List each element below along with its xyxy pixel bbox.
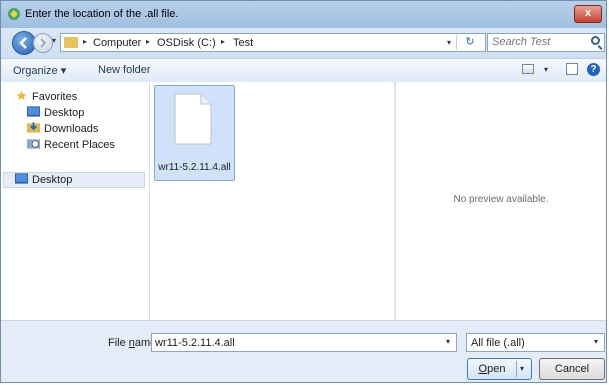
document-icon <box>174 93 212 145</box>
window-title: Enter the location of the .all file. <box>25 8 179 20</box>
preview-message: No preview available. <box>453 194 549 205</box>
file-dialog-window: Enter the location of the .all file. x ▾… <box>0 0 607 383</box>
recent-places-icon <box>27 139 40 149</box>
organize-menu-button[interactable]: Organize ▾ <box>13 64 66 77</box>
new-folder-button[interactable]: New folder <box>98 64 151 76</box>
nav-item-recent-places[interactable]: Recent Places <box>27 137 115 153</box>
nav-favorites[interactable]: Favorites <box>15 89 77 105</box>
address-row: ▾ ▸ Computer ▸ OSDisk (C:) ▸ Test ▾ ↻ <box>1 28 606 58</box>
open-button-label: Open <box>468 363 516 375</box>
help-icon[interactable]: ? <box>587 63 600 76</box>
folder-icon <box>64 37 78 48</box>
nav-item-downloads[interactable]: Downloads <box>27 121 98 137</box>
star-icon <box>16 90 27 101</box>
refresh-button[interactable]: ↻ <box>456 35 483 50</box>
desktop-icon <box>15 173 28 184</box>
file-list-pane[interactable]: wr11-5.2.11.4.all <box>150 82 394 320</box>
nav-favorites-label: Favorites <box>32 91 78 103</box>
preview-pane: No preview available. <box>395 82 606 320</box>
dialog-footer: File name: ▾ All file (.all) ▾ Open ▾ Ca… <box>1 320 606 382</box>
downloads-icon <box>27 122 40 133</box>
breadcrumb-osdisk[interactable]: OSDisk (C:) <box>157 37 216 49</box>
open-options-dropdown[interactable]: ▾ <box>520 364 524 373</box>
nav-desktop[interactable]: Desktop <box>15 172 72 188</box>
file-type-select[interactable]: All file (.all) ▾ <box>466 333 605 352</box>
file-type-value: All file (.all) <box>471 337 525 349</box>
nav-desktop-label: Desktop <box>32 174 73 186</box>
file-type-dropdown[interactable]: ▾ <box>594 337 598 346</box>
back-arrow-icon <box>19 37 27 49</box>
cancel-button[interactable]: Cancel <box>539 358 605 380</box>
close-button[interactable]: x <box>574 5 602 23</box>
search-input[interactable] <box>492 35 584 49</box>
open-label-mnemonic: O <box>478 363 488 375</box>
open-label-rest: pen <box>487 363 506 375</box>
recent-locations-dropdown[interactable]: ▾ <box>52 36 56 45</box>
breadcrumb-separator-icon[interactable]: ▸ <box>221 37 225 46</box>
command-toolbar: Organize ▾ New folder ▾ ? <box>1 58 606 83</box>
desktop-icon <box>27 106 40 117</box>
address-bar[interactable]: ▸ Computer ▸ OSDisk (C:) ▸ Test ▾ ↻ <box>60 33 486 52</box>
breadcrumb-computer[interactable]: Computer <box>93 37 141 49</box>
search-box[interactable] <box>487 33 605 52</box>
breadcrumb-test[interactable]: Test <box>233 37 253 49</box>
file-name-input[interactable] <box>155 335 435 350</box>
file-name-dropdown[interactable]: ▾ <box>446 337 450 346</box>
file-name-label-prefix: File <box>108 337 129 349</box>
navigation-pane: Favorites Desktop Downloads Recent Place… <box>1 82 150 320</box>
open-button-divider <box>516 361 517 377</box>
nav-item-label: Desktop <box>44 107 85 119</box>
search-icon[interactable] <box>591 36 600 45</box>
view-options-dropdown[interactable]: ▾ <box>544 65 548 74</box>
preview-pane-icon[interactable] <box>566 63 578 75</box>
file-name-combobox[interactable]: ▾ <box>151 333 457 352</box>
forward-button[interactable] <box>33 33 53 53</box>
nav-item-label: Downloads <box>44 123 99 135</box>
open-button[interactable]: Open ▾ <box>467 358 532 380</box>
title-bar[interactable]: Enter the location of the .all file. x <box>1 1 606 28</box>
breadcrumb-separator-icon[interactable]: ▸ <box>146 37 150 46</box>
forward-arrow-icon <box>40 38 47 48</box>
breadcrumb-separator-icon[interactable]: ▸ <box>83 37 87 46</box>
nav-item-desktop[interactable]: Desktop <box>27 105 84 121</box>
file-name-label: wr11-5.2.11.4.all <box>158 162 231 173</box>
change-view-icon[interactable] <box>522 64 534 74</box>
address-dropdown[interactable]: ▾ <box>447 38 451 47</box>
file-item[interactable]: wr11-5.2.11.4.all <box>154 85 235 181</box>
app-icon <box>8 8 20 20</box>
nav-item-label: Recent Places <box>44 139 115 151</box>
